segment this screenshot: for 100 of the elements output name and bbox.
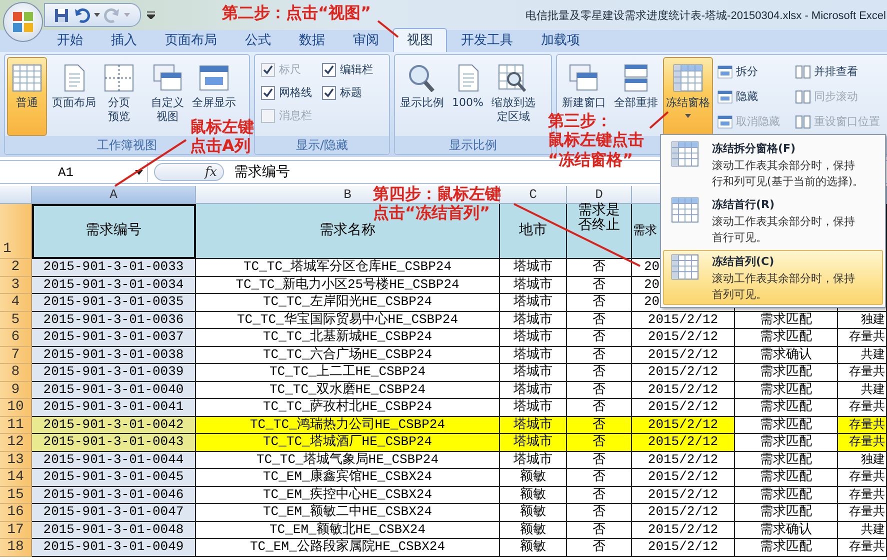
checkbox[interactable]: 网格线	[261, 85, 312, 100]
ribbon-tab[interactable]: 加载项	[527, 28, 594, 52]
annotation: 鼠标左键	[190, 117, 254, 136]
column-header[interactable]: C	[500, 186, 567, 204]
row-header[interactable]: 9	[0, 382, 32, 399]
row-header[interactable]: 14	[0, 469, 32, 486]
window-option[interactable]: 隐藏	[715, 84, 782, 109]
table-cell: 2015-901-3-01-0049	[32, 539, 196, 556]
table-cell: TC_TC_左岸阳光HE_CSBP24	[196, 294, 500, 312]
table-cell: 否	[567, 539, 632, 556]
menu-item[interactable]: 冻结拆分窗格(F) 滚动工作表其余部分时，保持行和列可见(基于当前的选择)。	[663, 137, 883, 192]
table-cell: 2015/2/12	[632, 434, 735, 452]
table-cell: 否	[567, 346, 632, 364]
page-break-icon	[104, 64, 134, 92]
magnifier-icon	[407, 64, 437, 92]
annotation: 第三步：	[548, 111, 612, 130]
window-button[interactable]: 冻结窗格	[663, 57, 713, 136]
zoom-button[interactable]: 缩放到选定区域	[488, 57, 538, 127]
table-cell: 2015-901-3-01-0048	[32, 522, 196, 539]
column-header[interactable]: D	[567, 186, 632, 204]
table-cell: 塔城市	[500, 276, 567, 294]
insert-function-button[interactable]: fx	[154, 163, 224, 181]
column-header[interactable]: A	[32, 186, 196, 204]
name-box[interactable]: A1	[0, 162, 148, 182]
column-title: 需求编号	[32, 204, 196, 259]
row-header[interactable]: 17	[0, 522, 32, 539]
table-cell: 需求匹配	[735, 434, 838, 452]
customize-caret-icon[interactable]	[147, 11, 155, 19]
zoom-button[interactable]: 100%	[449, 57, 486, 113]
row-header[interactable]: 15	[0, 486, 32, 504]
checkbox[interactable]: 编辑栏	[322, 62, 373, 77]
window-option[interactable]: 并排查看	[793, 59, 882, 84]
table-cell: 否	[567, 434, 632, 452]
table-cell: TC_TC_六合广场HE_CSBP24	[196, 346, 500, 364]
caret-icon[interactable]	[94, 13, 100, 17]
row-header[interactable]: 4	[0, 294, 32, 312]
table-cell: 存量共	[838, 364, 887, 382]
table-cell: 2015-901-3-01-0043	[32, 434, 196, 452]
window-button[interactable]: 全部重排	[611, 57, 661, 113]
formula-field[interactable]: 需求编号	[234, 163, 290, 181]
checkbox[interactable]: 标题	[322, 85, 373, 100]
annotation: 第二步：点击“视图”	[222, 3, 372, 22]
row-header[interactable]: 16	[0, 504, 32, 522]
row-header[interactable]: 1	[0, 204, 32, 259]
table-cell: 存量共	[838, 486, 887, 504]
table-cell: 2015-901-3-01-0038	[32, 346, 196, 364]
table-cell: TC_TC_塔城军分区仓库HE_CSBP24	[196, 259, 500, 276]
ribbon-tab[interactable]: 审阅	[339, 28, 393, 52]
table-cell: 共建	[838, 522, 887, 539]
save-icon	[54, 8, 69, 22]
ribbon-tab[interactable]: 视图	[393, 28, 447, 52]
table-cell: 2015/2/12	[632, 312, 735, 329]
save-button[interactable]	[53, 8, 70, 22]
leader-line	[649, 111, 669, 129]
window-title: 电信批量及零星建设需求进度统计表-塔城-20150304.xlsx - Microsoft Excel	[525, 8, 887, 22]
row-header[interactable]: 2	[0, 259, 32, 276]
check-icon	[263, 88, 273, 98]
view-button[interactable]: 页面布局	[49, 57, 99, 113]
table-cell: 2015/2/12	[632, 416, 735, 434]
row-header[interactable]: 18	[0, 539, 32, 556]
row-header[interactable]: 3	[0, 276, 32, 294]
table-cell: TC_TC_双水磨HE_CSBP24	[196, 382, 500, 399]
menu-item[interactable]: 冻结首列(C) 滚动工作表其余部分时，保持首列可见。	[663, 250, 883, 305]
row-header[interactable]: 11	[0, 416, 32, 434]
column-title: 需求是否终止	[567, 204, 632, 259]
ribbon-tab[interactable]: 公式	[231, 28, 285, 52]
ribbon-tab[interactable]: 开发工具	[447, 28, 527, 52]
ribbon-tab[interactable]: 插入	[97, 28, 151, 52]
table-cell: TC_EM_额敏二中HE_CSBX24	[196, 504, 500, 522]
table-cell: 否	[567, 364, 632, 382]
table-cell: 塔城市	[500, 346, 567, 364]
window-option[interactable]: 拆分	[715, 59, 782, 84]
view-button[interactable]: 分页预览	[101, 57, 137, 127]
row-header[interactable]: 10	[0, 399, 32, 416]
row-header[interactable]: 6	[0, 329, 32, 346]
row-header[interactable]: 12	[0, 434, 32, 452]
window-button[interactable]: 新建窗口	[559, 57, 609, 113]
table-cell: 存量共	[838, 434, 887, 452]
ribbon-tab[interactable]: 数据	[285, 28, 339, 52]
row-header[interactable]: 7	[0, 346, 32, 364]
view-button[interactable]: 普通	[7, 57, 47, 136]
zoom-button[interactable]: 显示比例	[397, 57, 447, 113]
table-cell: 否	[567, 452, 632, 469]
table-cell: 2015-901-3-01-0034	[32, 276, 196, 294]
table-cell: 塔城市	[500, 294, 567, 312]
table-cell: 2015-901-3-01-0037	[32, 329, 196, 346]
table-cell: 塔城市	[500, 434, 567, 452]
row-header[interactable]: 13	[0, 452, 32, 469]
view-button[interactable]: 自定义视图	[148, 57, 187, 127]
table-cell: 塔城市	[500, 399, 567, 416]
column-title: 地市	[500, 204, 567, 259]
ribbon-tab[interactable]: 开始	[43, 28, 97, 52]
ribbon-tab[interactable]: 页面布局	[151, 28, 231, 52]
frozen-grid-icon	[670, 141, 700, 167]
undo-button[interactable]	[73, 8, 91, 22]
row-header[interactable]: 8	[0, 364, 32, 382]
view-button[interactable]: 全屏显示	[189, 57, 239, 113]
undo-icon	[74, 8, 90, 22]
check-icon	[324, 64, 334, 74]
row-header[interactable]: 5	[0, 312, 32, 329]
